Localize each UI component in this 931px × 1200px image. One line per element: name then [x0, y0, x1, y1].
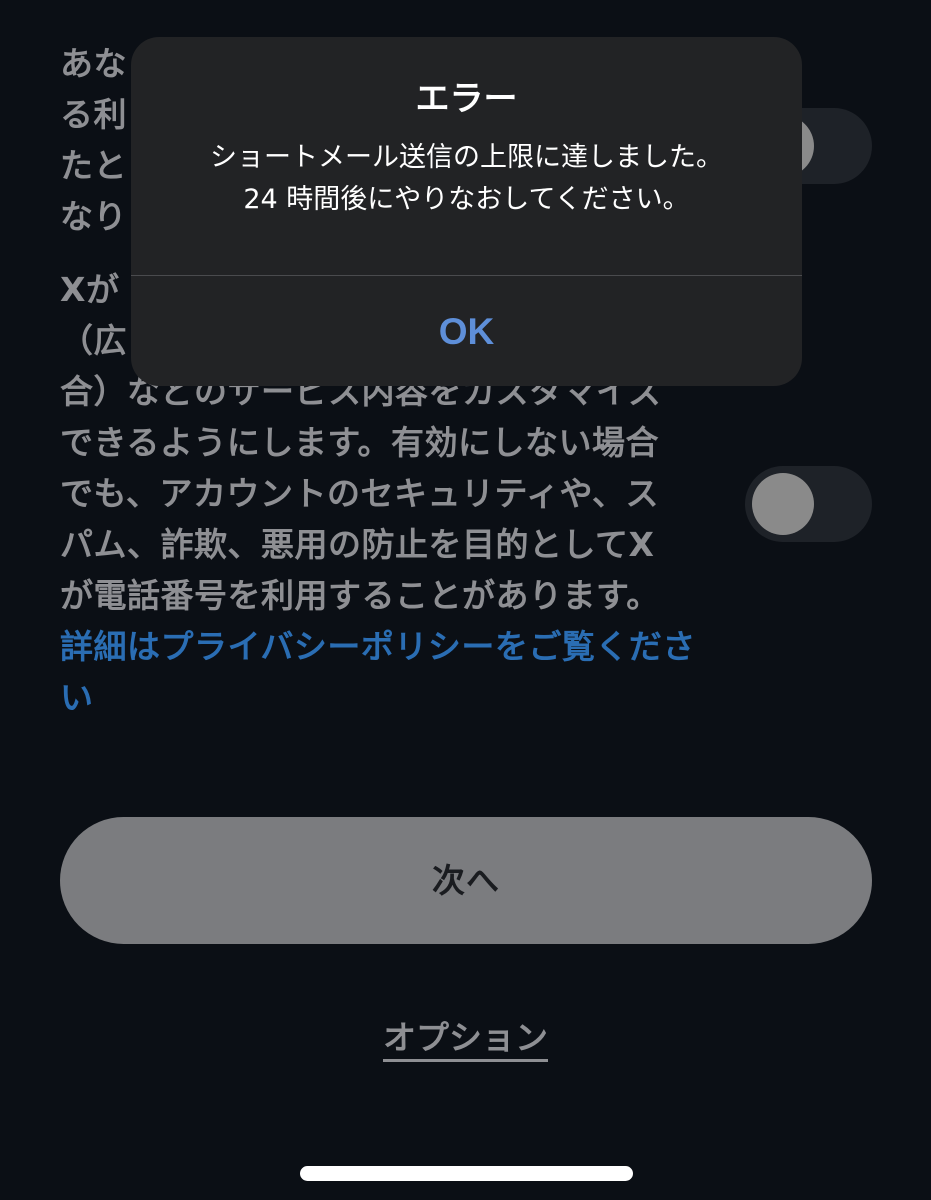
- alert-title: エラー: [415, 79, 518, 119]
- home-indicator: [300, 1166, 633, 1181]
- description-line: が電話番号を利用することがあります。: [60, 576, 660, 615]
- error-alert-dialog: エラー ショートメール送信の上限に達しました。 24 時間後にやりなおしてくださ…: [131, 37, 802, 386]
- next-button[interactable]: 次へ: [60, 817, 872, 944]
- description-line: できるようにします。有効にしない場合: [60, 423, 660, 462]
- ok-button[interactable]: OK: [131, 276, 802, 386]
- description-line: でも、アカウントのセキュリティや、ス: [60, 474, 660, 513]
- alert-message-line: 24 時間後にやりなおしてください。: [243, 184, 690, 215]
- personalization-toggle[interactable]: [745, 466, 872, 542]
- phone-verification-screen: あな る利 たと なり Xが （広 合）などのサービス内容をカスタマイズ できる…: [0, 0, 931, 1200]
- alert-message-line: ショートメール送信の上限に達しました。: [210, 142, 723, 173]
- privacy-policy-link[interactable]: 詳細はプライバシーポリシーをご覧ください: [60, 621, 700, 723]
- alert-message: ショートメール送信の上限に達しました。 24 時間後にやりなおしてください。: [151, 137, 782, 221]
- toggle-knob: [752, 473, 814, 535]
- options-link[interactable]: オプション: [0, 1012, 931, 1064]
- description-line: パム、詐欺、悪用の防止を目的としてX: [60, 525, 655, 564]
- options-link-label[interactable]: オプション: [383, 1018, 548, 1062]
